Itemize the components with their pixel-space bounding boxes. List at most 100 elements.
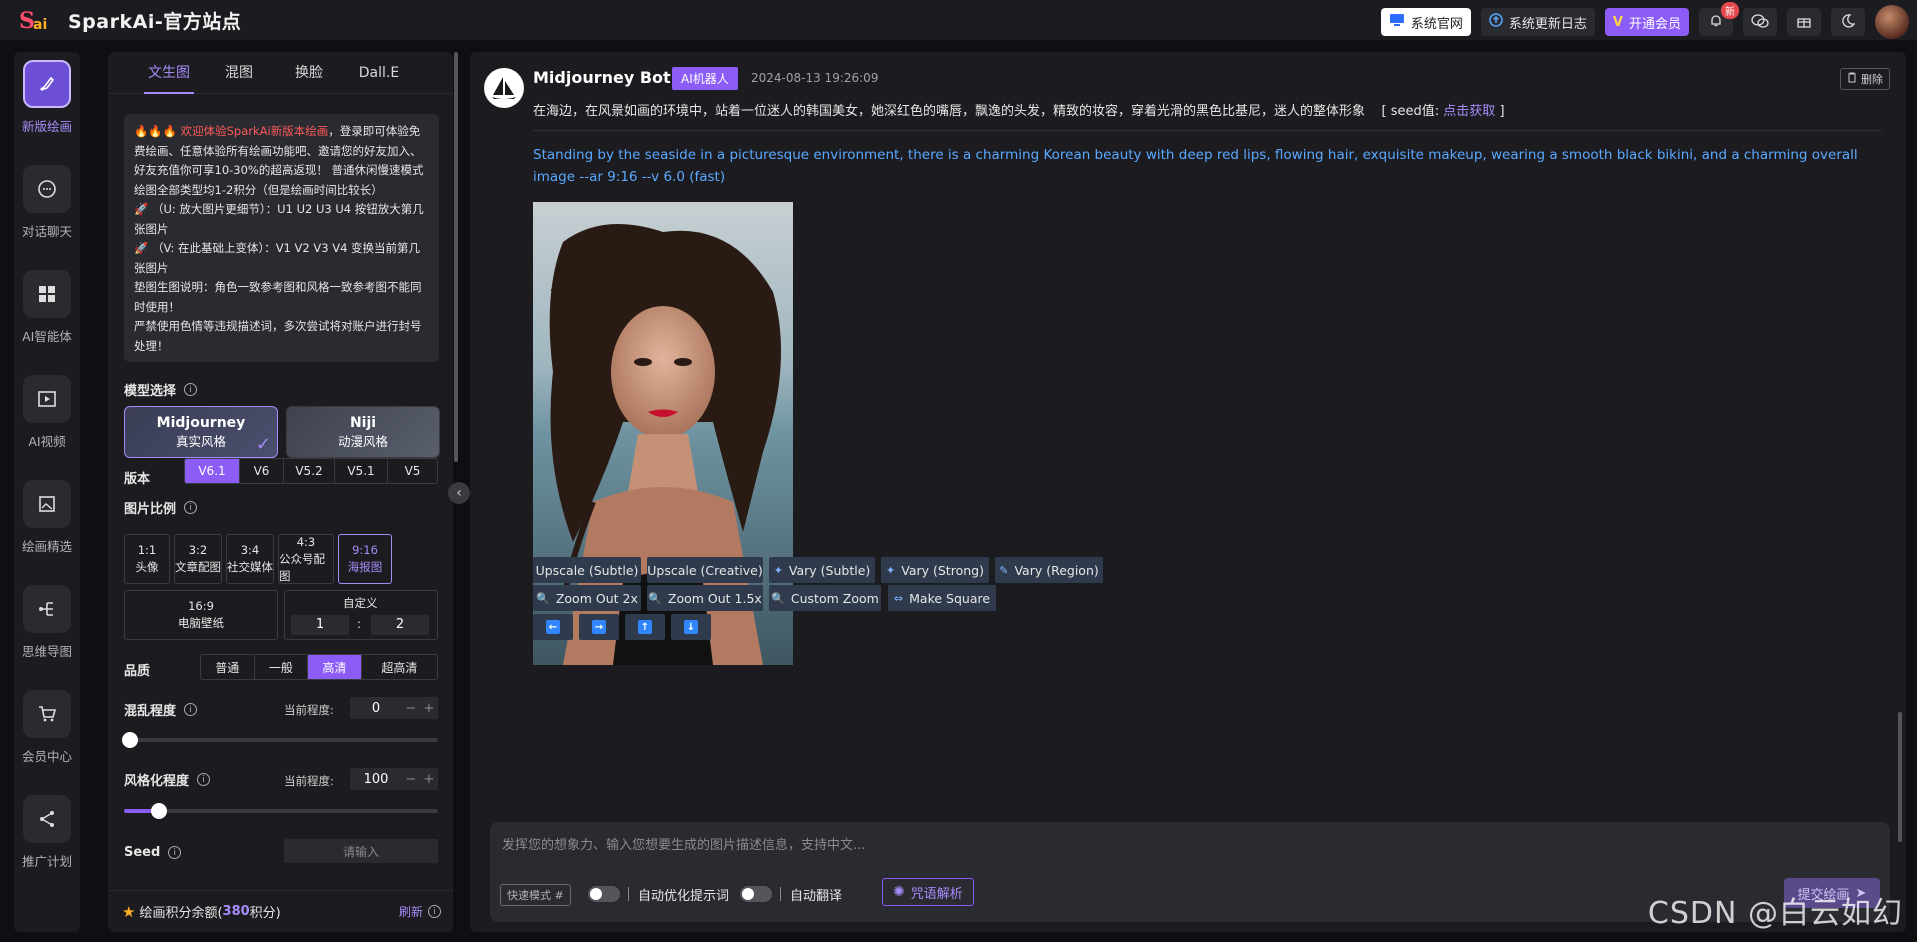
delete-button[interactable]: 删除 xyxy=(1840,68,1890,90)
user-avatar[interactable] xyxy=(1875,5,1909,39)
nav-item-ai-video[interactable]: AI视频 xyxy=(14,375,80,480)
chaos-current-label: 当前程度: xyxy=(284,703,334,717)
variation-button-1[interactable]: Upscale (Subtle) xyxy=(533,557,641,583)
notification-button[interactable]: 新 xyxy=(1699,2,1739,36)
chaos-stepper[interactable]: 0 − + xyxy=(350,697,438,719)
model-label: 模型选择 i xyxy=(124,380,198,399)
stylize-slider[interactable] xyxy=(124,809,438,813)
variation-label: Vary (Subtle) xyxy=(788,562,871,578)
version-label: 版本 xyxy=(124,472,151,487)
nav-item-new-painting[interactable]: 新版绘画 xyxy=(14,60,80,165)
stylize-label: 风格化程度 i xyxy=(124,770,211,789)
stylize-stepper[interactable]: 100 − + xyxy=(350,768,438,790)
vip-v-icon: V xyxy=(1612,14,1623,30)
config-scrollbar[interactable] xyxy=(454,52,458,462)
pan-down-button[interactable]: ↓ xyxy=(671,614,711,640)
monitor-icon xyxy=(1389,13,1405,31)
info-icon[interactable]: i xyxy=(428,905,441,918)
check-icon: ✓ xyxy=(255,434,271,455)
chat-scrollbar[interactable] xyxy=(1898,712,1902,842)
collapse-panel-button[interactable]: ‹ xyxy=(448,482,470,504)
zoom-label: Zoom Out 1.5x xyxy=(667,590,762,606)
update-log-button[interactable]: 系统更新日志 xyxy=(1480,8,1595,36)
chaos-slider-knob[interactable] xyxy=(122,732,138,748)
variation-button-3[interactable]: ✦ Vary (Subtle) xyxy=(769,557,875,583)
version-option[interactable]: V6.1 xyxy=(185,459,240,483)
nav-item-member-center[interactable]: 会员中心 xyxy=(14,690,80,795)
quality-option[interactable]: 普通 xyxy=(201,655,255,679)
info-icon[interactable]: i xyxy=(184,383,198,396)
variation-label: Vary (Region) xyxy=(1014,562,1099,578)
mantra-parse-button[interactable]: ✺ 咒语解析 xyxy=(882,878,974,906)
version-option[interactable]: V6 xyxy=(240,459,284,483)
svg-text:ai: ai xyxy=(33,17,47,33)
zoom-button-1[interactable]: 🔍 Zoom Out 2x xyxy=(533,585,641,611)
info-icon[interactable]: i xyxy=(168,846,182,859)
info-icon[interactable]: i xyxy=(197,773,211,786)
nav-item-mindmap[interactable]: 思维导图 xyxy=(14,585,80,690)
mindmap-icon xyxy=(23,585,71,633)
logo[interactable]: Sai xyxy=(18,6,54,34)
fast-mode-chip[interactable]: 快速模式 # xyxy=(500,884,571,906)
ratio-option[interactable]: 3:4 社交媒体 xyxy=(226,534,274,584)
info-icon[interactable]: i xyxy=(184,703,198,716)
auto-optimize-toggle[interactable] xyxy=(588,886,620,902)
variation-button-5[interactable]: ✎ Vary (Region) xyxy=(995,557,1103,583)
custom-width-input[interactable]: 1 xyxy=(291,615,349,635)
prompt-input[interactable]: 发挥您的想象力、输入您想要生成的图片描述信息，支持中文... xyxy=(502,834,865,853)
pan-left-button[interactable]: ← xyxy=(533,614,573,640)
zoom-label: Zoom Out 2x xyxy=(555,590,638,606)
stylize-slider-knob[interactable] xyxy=(151,803,167,819)
pan-up-button[interactable]: ↑ xyxy=(625,614,665,640)
model-card-midjourney[interactable]: Midjourney 真实风格 ✓ xyxy=(124,406,278,458)
ratio-option[interactable]: 3:2 文章配图 xyxy=(174,534,222,584)
quality-option[interactable]: 一般 xyxy=(255,655,309,679)
pan-right-button[interactable]: → xyxy=(579,614,619,640)
info-icon[interactable]: i xyxy=(184,501,198,514)
tab-text-to-image[interactable]: 文生图 xyxy=(134,52,204,94)
variation-button-2[interactable]: Upscale (Creative) xyxy=(647,557,763,583)
plus-icon[interactable]: + xyxy=(420,772,438,787)
custom-height-input[interactable]: 2 xyxy=(371,615,429,635)
nav-item-ai-agent[interactable]: AI智能体 xyxy=(14,270,80,375)
quality-option[interactable]: 高清 xyxy=(308,655,362,679)
quality-option[interactable]: 超高清 xyxy=(362,655,437,679)
moon-icon xyxy=(1841,13,1856,32)
tab-blend[interactable]: 混图 xyxy=(204,52,274,94)
zoom-button-2[interactable]: 🔍 Zoom Out 1.5x xyxy=(647,585,763,611)
nav-item-promotion[interactable]: 推广计划 xyxy=(14,795,80,900)
tab-face-swap[interactable]: 换脸 xyxy=(274,52,344,94)
model-card-niji[interactable]: Niji 动漫风格 xyxy=(286,406,440,458)
variation-button-4[interactable]: ✦ Vary (Strong) xyxy=(881,557,989,583)
seed-get-link[interactable]: 点击获取 xyxy=(1443,104,1495,119)
auto-translate-toggle[interactable] xyxy=(740,886,772,902)
zoom-button-3[interactable]: 🔍 Custom Zoom xyxy=(769,585,881,611)
wechat-button[interactable] xyxy=(1743,8,1777,36)
vip-button[interactable]: V 开通会员 xyxy=(1604,8,1689,36)
plus-icon[interactable]: + xyxy=(420,701,438,716)
official-site-button[interactable]: 系统官网 xyxy=(1380,8,1471,36)
chaos-slider[interactable] xyxy=(124,738,438,742)
refresh-link[interactable]: 刷新 xyxy=(399,903,423,920)
rocket-icon: 🚀 xyxy=(134,202,149,216)
version-option[interactable]: V5 xyxy=(388,459,437,483)
ratio-option[interactable]: 1:1 头像 xyxy=(124,534,170,584)
minus-icon[interactable]: − xyxy=(402,772,420,787)
minus-icon[interactable]: − xyxy=(402,701,420,716)
ratio-label: 图片比例 i xyxy=(124,498,198,517)
tab-dalle[interactable]: Dall.E xyxy=(344,52,414,94)
theme-toggle-button[interactable] xyxy=(1831,8,1865,36)
notice-box: 🔥🔥🔥 欢迎体验SparkAi新版本绘画，登录即可体验免费绘画、任意体验所有绘画… xyxy=(124,114,439,362)
zoom-button-4[interactable]: ⇔ Make Square xyxy=(888,585,996,611)
version-option[interactable]: V5.1 xyxy=(335,459,388,483)
cart-icon xyxy=(23,690,71,738)
seed-input[interactable]: 请输入 xyxy=(284,839,438,863)
version-option[interactable]: V5.2 xyxy=(284,459,335,483)
nav-item-gallery[interactable]: 绘画精选 xyxy=(14,480,80,585)
ratio-option-selected[interactable]: 9:16 海报图 xyxy=(338,534,392,584)
ratio-option[interactable]: 16:9 电脑壁纸 xyxy=(124,590,278,640)
auto-optimize-label: 自动优化提示词 xyxy=(638,889,730,904)
ratio-option[interactable]: 4:3 公众号配图 xyxy=(278,534,334,584)
nav-item-chat[interactable]: 对话聊天 xyxy=(14,165,80,270)
gift-button[interactable] xyxy=(1787,8,1821,36)
